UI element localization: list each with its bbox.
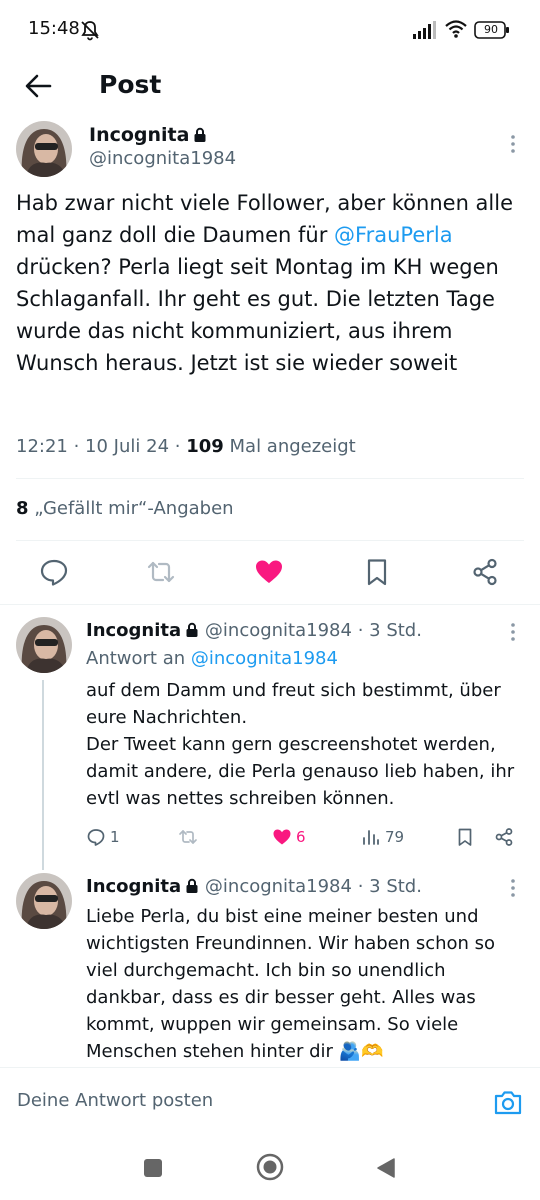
- views-label: Mal angezeigt: [229, 436, 356, 457]
- page-title: Post: [99, 70, 162, 99]
- author-handle: @incognita1984: [204, 876, 352, 897]
- views-button[interactable]: 79: [361, 825, 404, 849]
- tweet-meta: 12:21 · 10 Juli 24 · 109 Mal angezeigt: [16, 436, 356, 457]
- liked-heart-icon: [273, 829, 291, 845]
- share-icon: [495, 828, 513, 846]
- view-count: 79: [385, 828, 405, 846]
- reply-input[interactable]: [17, 1090, 437, 1111]
- camera-icon[interactable]: [493, 1088, 523, 1116]
- reply-button[interactable]: 1: [86, 825, 120, 849]
- reply-age: 3 Std.: [369, 876, 422, 897]
- tweet-date: 10 Juli 24: [85, 436, 170, 457]
- display-name: Incognita: [86, 876, 182, 897]
- recents-icon[interactable]: [143, 1158, 163, 1178]
- share-button[interactable]: [494, 825, 514, 849]
- signal-icon: [413, 21, 436, 39]
- reply-count: 1: [110, 828, 120, 846]
- analytics-icon: [363, 830, 379, 845]
- battery-level: 90: [484, 23, 498, 36]
- likes-summary[interactable]: 8 „Gefällt mir“-Angaben: [16, 498, 234, 519]
- display-name: Incognita: [86, 620, 182, 641]
- bookmark-button[interactable]: [455, 825, 475, 849]
- reply-author[interactable]: Incognita @incognita1984 · 3 Std.: [86, 620, 422, 641]
- more-options-icon[interactable]: [503, 876, 523, 900]
- back-nav-icon[interactable]: [375, 1157, 397, 1179]
- divider: [16, 540, 524, 541]
- author-handle: @incognita1984: [89, 148, 237, 169]
- lock-icon: [186, 622, 198, 637]
- more-options-icon[interactable]: [503, 620, 523, 644]
- mute-icon: [81, 21, 99, 41]
- reply-icon: [87, 829, 105, 846]
- reply-text: Liebe Perla, du bist eine meiner besten …: [86, 906, 496, 1062]
- views-count: 109: [186, 436, 224, 457]
- like-count: 6: [296, 828, 306, 846]
- repost-icon[interactable]: [146, 557, 176, 587]
- likes-label: „Gefällt mir“-Angaben: [34, 498, 234, 519]
- back-arrow-icon[interactable]: [24, 72, 54, 100]
- divider: [16, 478, 524, 479]
- repost-icon: [179, 830, 197, 844]
- avatar[interactable]: [16, 121, 72, 177]
- status-time: 15:48: [28, 18, 80, 39]
- likes-count: 8: [16, 498, 29, 519]
- tweet-text: Hab zwar nicht viele Follower, aber könn…: [16, 187, 526, 379]
- reply-composer: [0, 1067, 540, 1137]
- tweet-time: 12:21: [16, 436, 68, 457]
- top-app-bar: Post: [0, 58, 540, 118]
- mention-link[interactable]: @FrauPerla: [334, 223, 453, 247]
- separator: ·: [351, 620, 370, 641]
- avatar[interactable]: [16, 617, 72, 673]
- share-icon[interactable]: [470, 557, 500, 587]
- tweet-text-part: drücken? Perla liegt seit Montag im KH w…: [16, 255, 499, 375]
- reply-to-line: Antwort an @incognita1984: [86, 648, 338, 669]
- repost-button[interactable]: [178, 825, 198, 849]
- display-name: Incognita: [89, 124, 190, 146]
- wifi-icon: [445, 20, 467, 38]
- bookmark-icon[interactable]: [362, 557, 392, 587]
- tweet-author[interactable]: Incognita: [89, 124, 207, 146]
- divider: [0, 604, 540, 605]
- bookmark-icon: [458, 828, 472, 846]
- lock-icon: [186, 878, 198, 893]
- reply-age: 3 Std.: [369, 620, 422, 641]
- separator: ·: [351, 876, 370, 897]
- home-icon[interactable]: [256, 1153, 284, 1181]
- status-bar: 15:48 90: [0, 0, 540, 58]
- lock-icon: [194, 127, 206, 142]
- reply-to-handle[interactable]: @incognita1984: [191, 648, 338, 669]
- more-options-icon[interactable]: [503, 132, 523, 156]
- system-navigation-bar: [0, 1137, 540, 1200]
- reply-to-label: Antwort an: [86, 648, 186, 669]
- author-handle: @incognita1984: [204, 620, 352, 641]
- thread-line: [42, 680, 44, 870]
- reply-text: auf dem Damm und freut sich bestimmt, üb…: [86, 680, 515, 809]
- avatar[interactable]: [16, 873, 72, 929]
- reply-author[interactable]: Incognita @incognita1984 · 3 Std.: [86, 876, 422, 897]
- like-button[interactable]: 6: [272, 825, 306, 849]
- reply-icon[interactable]: [39, 557, 69, 587]
- liked-heart-icon[interactable]: [254, 557, 284, 587]
